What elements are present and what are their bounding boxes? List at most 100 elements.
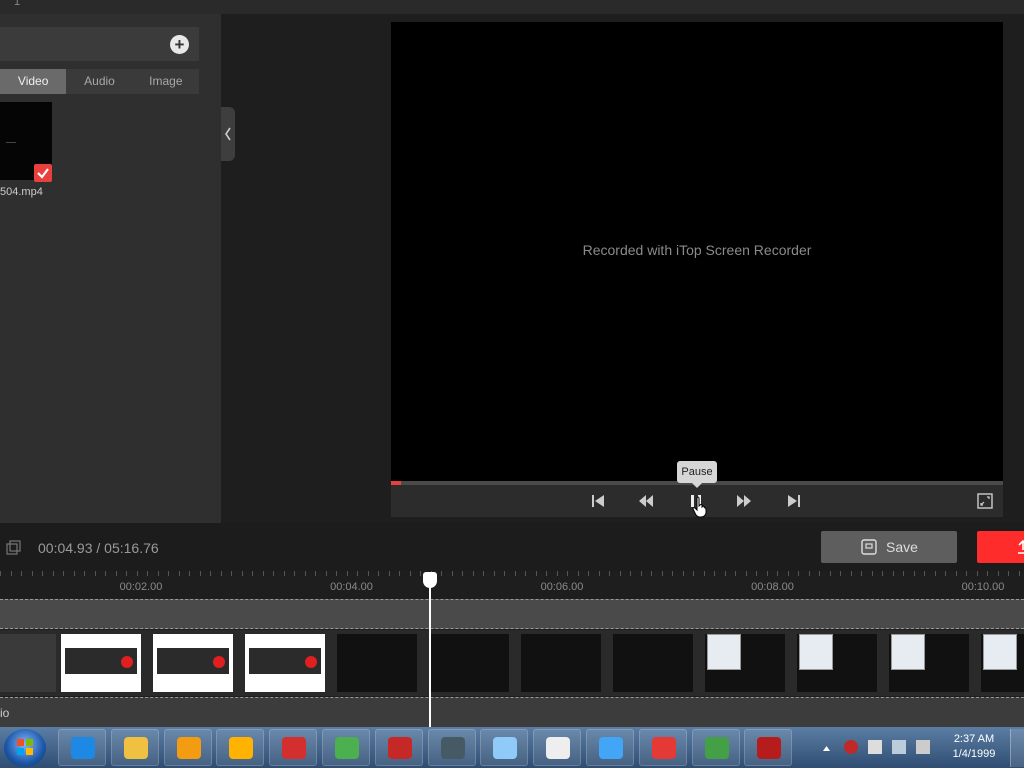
ruler-tick [966,571,967,576]
ruler-tick [735,571,736,576]
avg-icon[interactable] [638,729,687,766]
playhead-handle[interactable] [423,572,437,588]
taskbar-clock[interactable]: 2:37 AM 1/4/1999 [944,732,1004,762]
ruler-tick [504,571,505,576]
clip-frame [521,634,601,692]
ruler-tick [263,571,264,576]
ruler-tick [294,571,295,576]
clip-frame [429,634,509,692]
computer-monitor-glyph [599,737,623,759]
ruler-tick [95,571,96,576]
chrome-icon[interactable] [322,729,370,766]
ruler-tick [74,571,75,576]
pause-tooltip: Pause [677,461,717,488]
ruler-tick [788,571,789,576]
ruler-tick [168,571,169,576]
ruler-tick [546,571,547,576]
rewind-icon[interactable] [638,493,654,509]
app-grid-icon[interactable] [427,729,476,766]
fast-forward-icon[interactable] [736,493,752,509]
ruler-tick [588,571,589,576]
ruler-tick [725,571,726,576]
show-desktop-button[interactable] [1010,729,1024,767]
ruler-tick [452,571,453,576]
notepad-icon[interactable] [480,729,529,766]
ruler-tick [0,571,1,576]
ruler-tick [84,571,85,576]
skip-to-start-icon[interactable] [590,493,606,509]
audio-track[interactable] [0,697,1024,727]
ruler-tick [851,571,852,576]
ruler-tick [389,571,390,576]
ruler-tick [53,571,54,576]
ruler-tick [956,571,957,576]
notepad-glyph [493,737,518,759]
video-track[interactable] [0,630,1024,696]
ruler-tick [42,571,43,576]
internet-explorer-glyph [71,737,95,759]
skip-to-end-icon[interactable] [786,493,802,509]
ruler-tick [830,571,831,576]
fullscreen-icon[interactable] [977,493,993,509]
antivirus-tray-icon[interactable] [844,740,858,754]
export-button[interactable] [977,531,1024,563]
ruler-tick [63,571,64,576]
media-filename: 504.mp4 [0,186,43,198]
add-green-glyph [704,737,729,759]
ruler-tick [189,571,190,576]
ruler-tick-label: 00:02.00 [119,581,163,593]
add-media-button[interactable]: + [170,35,189,54]
ruler-tick [914,571,915,576]
ruler-tick [200,571,201,576]
ruler-tick [525,571,526,576]
clip-frame [613,634,693,692]
clip-frame [245,634,325,692]
media-player-icon[interactable] [163,729,212,766]
start-button[interactable] [4,729,46,767]
browser-shield-icon[interactable] [216,729,265,766]
network-tray-icon[interactable] [892,740,906,754]
add-green-icon[interactable] [691,729,740,766]
ruler-tick [977,571,978,576]
video-editor-icon[interactable] [744,729,793,766]
ruler-tick [767,571,768,576]
chevron-left-icon [225,127,231,141]
ruler-tick [242,571,243,576]
collapse-panel-button[interactable] [221,107,235,161]
clip-frame [889,634,969,692]
tab-image[interactable]: Image [133,69,199,94]
7zip-icon[interactable] [533,729,582,766]
playhead-line[interactable] [429,572,431,728]
ruler-tick [284,571,285,576]
7zip-glyph [546,737,571,759]
computer-monitor-icon[interactable] [586,729,634,766]
chrome-glyph [335,737,359,759]
driver-booster-icon[interactable] [269,729,318,766]
ruler-tick [672,571,673,576]
avg-glyph [651,737,676,759]
clock-time: 2:37 AM [953,733,995,745]
ruler-tick [599,571,600,576]
show-hidden-icons-icon[interactable] [822,744,831,752]
internet-explorer-icon[interactable] [58,729,106,766]
screen-recorder-icon[interactable] [374,729,423,766]
ruler-tick [693,571,694,576]
ruler-tick [399,571,400,576]
ruler-tick [536,571,537,576]
flag-tray-icon[interactable] [868,740,882,754]
ruler-tick [903,571,904,576]
timeline-ruler[interactable]: 00:02.00 00:04.00 00:06.00 00:08.00 00:10.00 [0,571,1024,599]
ruler-tick [704,571,705,576]
copy-icon[interactable] [6,540,21,555]
timeline-track-top[interactable] [0,599,1024,629]
checkbox-checked-icon[interactable] [34,164,52,182]
save-button[interactable]: Save [821,531,957,563]
ruler-tick [620,571,621,576]
clip-frame [797,634,877,692]
tab-audio[interactable]: Audio [66,69,132,94]
ruler-tick-label: 00:08.00 [751,581,794,593]
ruler-tick-label: 00:10.00 [961,581,1005,593]
file-explorer-icon[interactable] [110,729,159,766]
volume-muted-icon[interactable] [916,740,930,754]
tab-video[interactable]: Video [0,69,67,94]
